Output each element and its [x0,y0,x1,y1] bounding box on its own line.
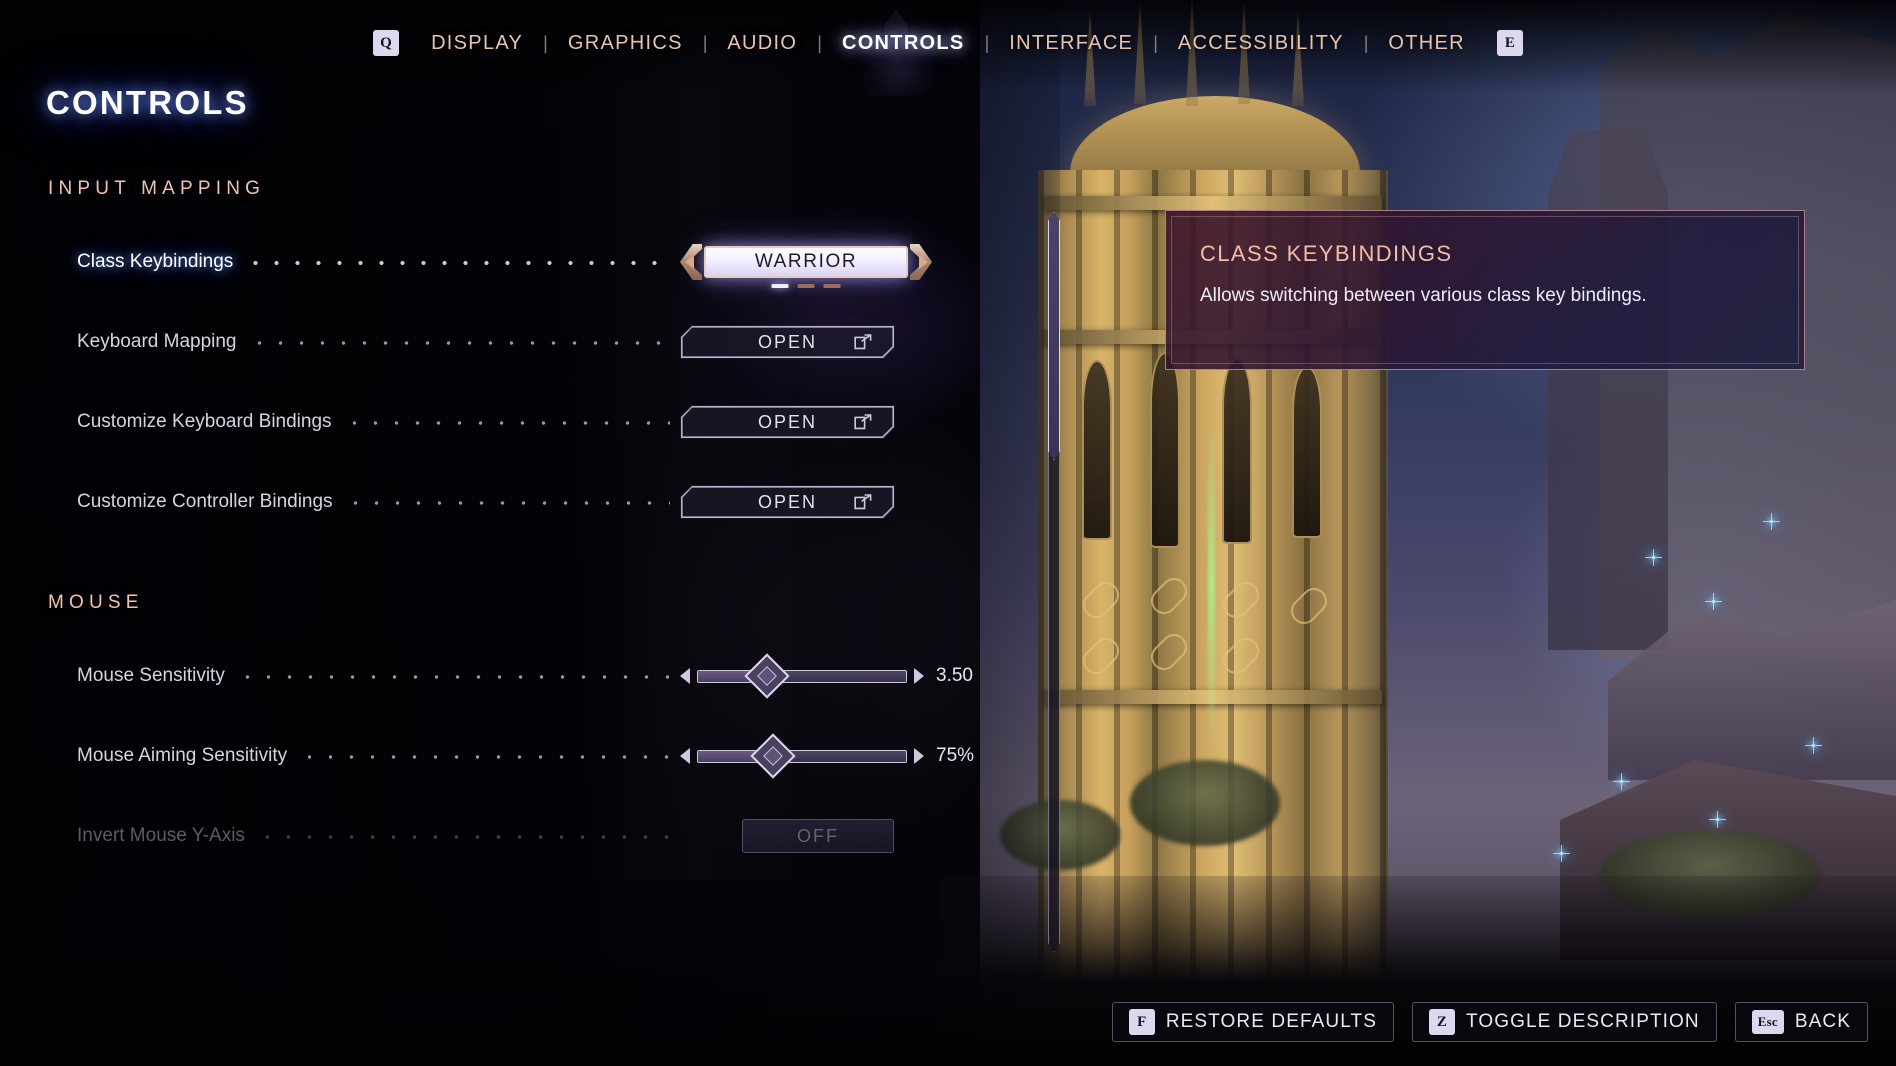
slider-mouse-sensitivity[interactable]: 3.50 [680,653,990,699]
setting-row-class-keybindings[interactable]: Class Keybindings WARRIOR [0,222,1040,302]
dotted-leader [343,421,670,425]
dotted-leader [236,675,670,679]
tab-display[interactable]: DISPLAY [425,32,529,55]
tab-audio[interactable]: AUDIO [721,32,803,55]
nav-separator: | [543,32,548,53]
prev-tab-keycap[interactable]: Q [373,30,400,56]
dotted-leader [245,261,670,265]
tab-accessibility[interactable]: ACCESSIBILITY [1172,32,1350,55]
keycap-z: Z [1428,1009,1455,1035]
setting-row-invert-mouse-y-axis[interactable]: Invert Mouse Y-Axis OFF [0,796,1040,876]
section-header-mouse: MOUSE [48,592,144,613]
setting-control-slot: OPEN [680,325,980,359]
slider-handle[interactable] [750,733,796,779]
open-button-label: OPEN [757,491,817,512]
stepper-value-box[interactable]: WARRIOR [704,246,908,278]
nav-separator: | [702,32,708,53]
external-link-icon [854,334,872,350]
setting-control-slot: OFF [680,819,980,853]
open-button-customize-keyboard-bindings[interactable]: OPEN [680,405,895,439]
keycap-f: F [1128,1009,1155,1035]
next-tab-keycap[interactable]: E [1496,30,1523,56]
setting-label: Customize Keyboard Bindings [77,411,332,432]
setting-label: Keyboard Mapping [77,331,237,352]
green-light-beam [1208,420,1215,750]
page-dot [797,284,815,288]
bottom-button-back[interactable]: Esc BACK [1734,1002,1868,1042]
setting-label: Mouse Aiming Sensitivity [77,745,288,766]
bottom-button-label: RESTORE DEFAULTS [1165,1011,1377,1032]
page-dot [823,284,841,288]
toggle-invert-mouse-y-axis[interactable]: OFF [742,819,894,853]
bottom-button-label: BACK [1794,1011,1851,1032]
description-tooltip: CLASS KEYBINDINGS Allows switching betwe… [1165,210,1805,370]
nav-separator: | [1153,32,1158,53]
dotted-leader [344,501,670,505]
setting-row-customize-keyboard-bindings[interactable]: Customize Keyboard Bindings OPEN [0,382,1040,462]
slider-value: 3.50 [936,665,973,686]
bottom-button-label: TOGGLE DESCRIPTION [1465,1011,1700,1032]
dotted-leader [299,755,670,759]
distant-building-2 [1548,130,1668,650]
dotted-leader [256,835,670,839]
tab-interface[interactable]: INTERFACE [1003,32,1139,55]
open-button-keyboard-mapping[interactable]: OPEN [680,325,895,359]
setting-control-slot: WARRIOR [680,244,980,288]
tab-other[interactable]: OTHER [1382,32,1471,55]
keycap-esc: Esc [1751,1010,1784,1034]
setting-row-customize-controller-bindings[interactable]: Customize Controller Bindings OPEN [0,462,1040,542]
settings-list: INPUT MAPPING Class Keybindings WARRIOR Key… [0,160,1040,960]
settings-scrollbar[interactable] [1048,212,1060,952]
slider-track[interactable] [697,733,907,779]
page-dot [771,284,789,288]
nav-separator: | [817,32,822,53]
tooltip-body: Allows switching between various class k… [1200,285,1647,306]
external-link-icon [854,494,872,510]
class-keybindings-stepper[interactable]: WARRIOR [680,244,932,288]
slider-increase-arrow[interactable] [914,668,924,684]
setting-label: Class Keybindings [77,251,234,272]
setting-label: Mouse Sensitivity [77,665,225,686]
setting-control-slot: OPEN [680,405,980,439]
slider-value: 75% [936,745,975,766]
open-button-label: OPEN [757,411,817,432]
nav-separator: | [984,32,990,53]
page-title: CONTROLS [46,84,249,121]
setting-row-keyboard-mapping[interactable]: Keyboard Mapping OPEN [0,302,1040,382]
stepper-prev-arrow[interactable] [680,244,702,280]
slider-track[interactable] [697,653,907,699]
category-tabs: Q DISPLAY | GRAPHICS | AUDIO | CONTROLS | INTERF… [0,30,1896,56]
section-header-input-mapping: INPUT MAPPING [48,178,266,199]
slider-increase-arrow[interactable] [914,748,924,764]
nav-separator: | [1363,32,1369,53]
setting-label: Customize Controller Bindings [77,491,333,512]
external-link-icon [854,414,872,430]
open-button-customize-controller-bindings[interactable]: OPEN [680,485,895,519]
tab-controls[interactable]: CONTROLS [836,32,971,55]
bottom-button-toggle-description[interactable]: Z TOGGLE DESCRIPTION [1411,1002,1717,1042]
setting-control-slot: 3.50 [680,653,980,699]
slider-handle[interactable] [743,653,790,699]
bottom-action-bar: F RESTORE DEFAULTS Z TOGGLE DESCRIPTION Esc B… [1111,1002,1868,1042]
stepper-next-arrow[interactable] [910,244,932,280]
settings-screen: Q DISPLAY | GRAPHICS | AUDIO | CONTROLS | INTERF… [0,0,1896,1066]
stepper-page-indicator [771,284,841,288]
toggle-value: OFF [797,825,839,846]
slider-mouse-aiming-sensitivity[interactable]: 75% [680,733,990,779]
tooltip-title: CLASS KEYBINDINGS [1200,241,1453,266]
open-button-label: OPEN [757,331,817,352]
slider-decrease-arrow[interactable] [680,748,690,764]
setting-label: Invert Mouse Y-Axis [77,825,245,846]
bottom-button-restore-defaults[interactable]: F RESTORE DEFAULTS [1111,1002,1394,1042]
tab-graphics[interactable]: GRAPHICS [562,32,689,55]
dotted-leader [248,341,670,345]
setting-row-mouse-aiming-sensitivity[interactable]: Mouse Aiming Sensitivity 75% [0,716,1040,796]
stepper-value: WARRIOR [754,251,858,272]
setting-control-slot: 75% [680,733,980,779]
setting-control-slot: OPEN [680,485,980,519]
scrollbar-thumb[interactable] [1048,212,1060,460]
setting-row-mouse-sensitivity[interactable]: Mouse Sensitivity 3.50 [0,636,1040,716]
slider-decrease-arrow[interactable] [680,668,690,684]
